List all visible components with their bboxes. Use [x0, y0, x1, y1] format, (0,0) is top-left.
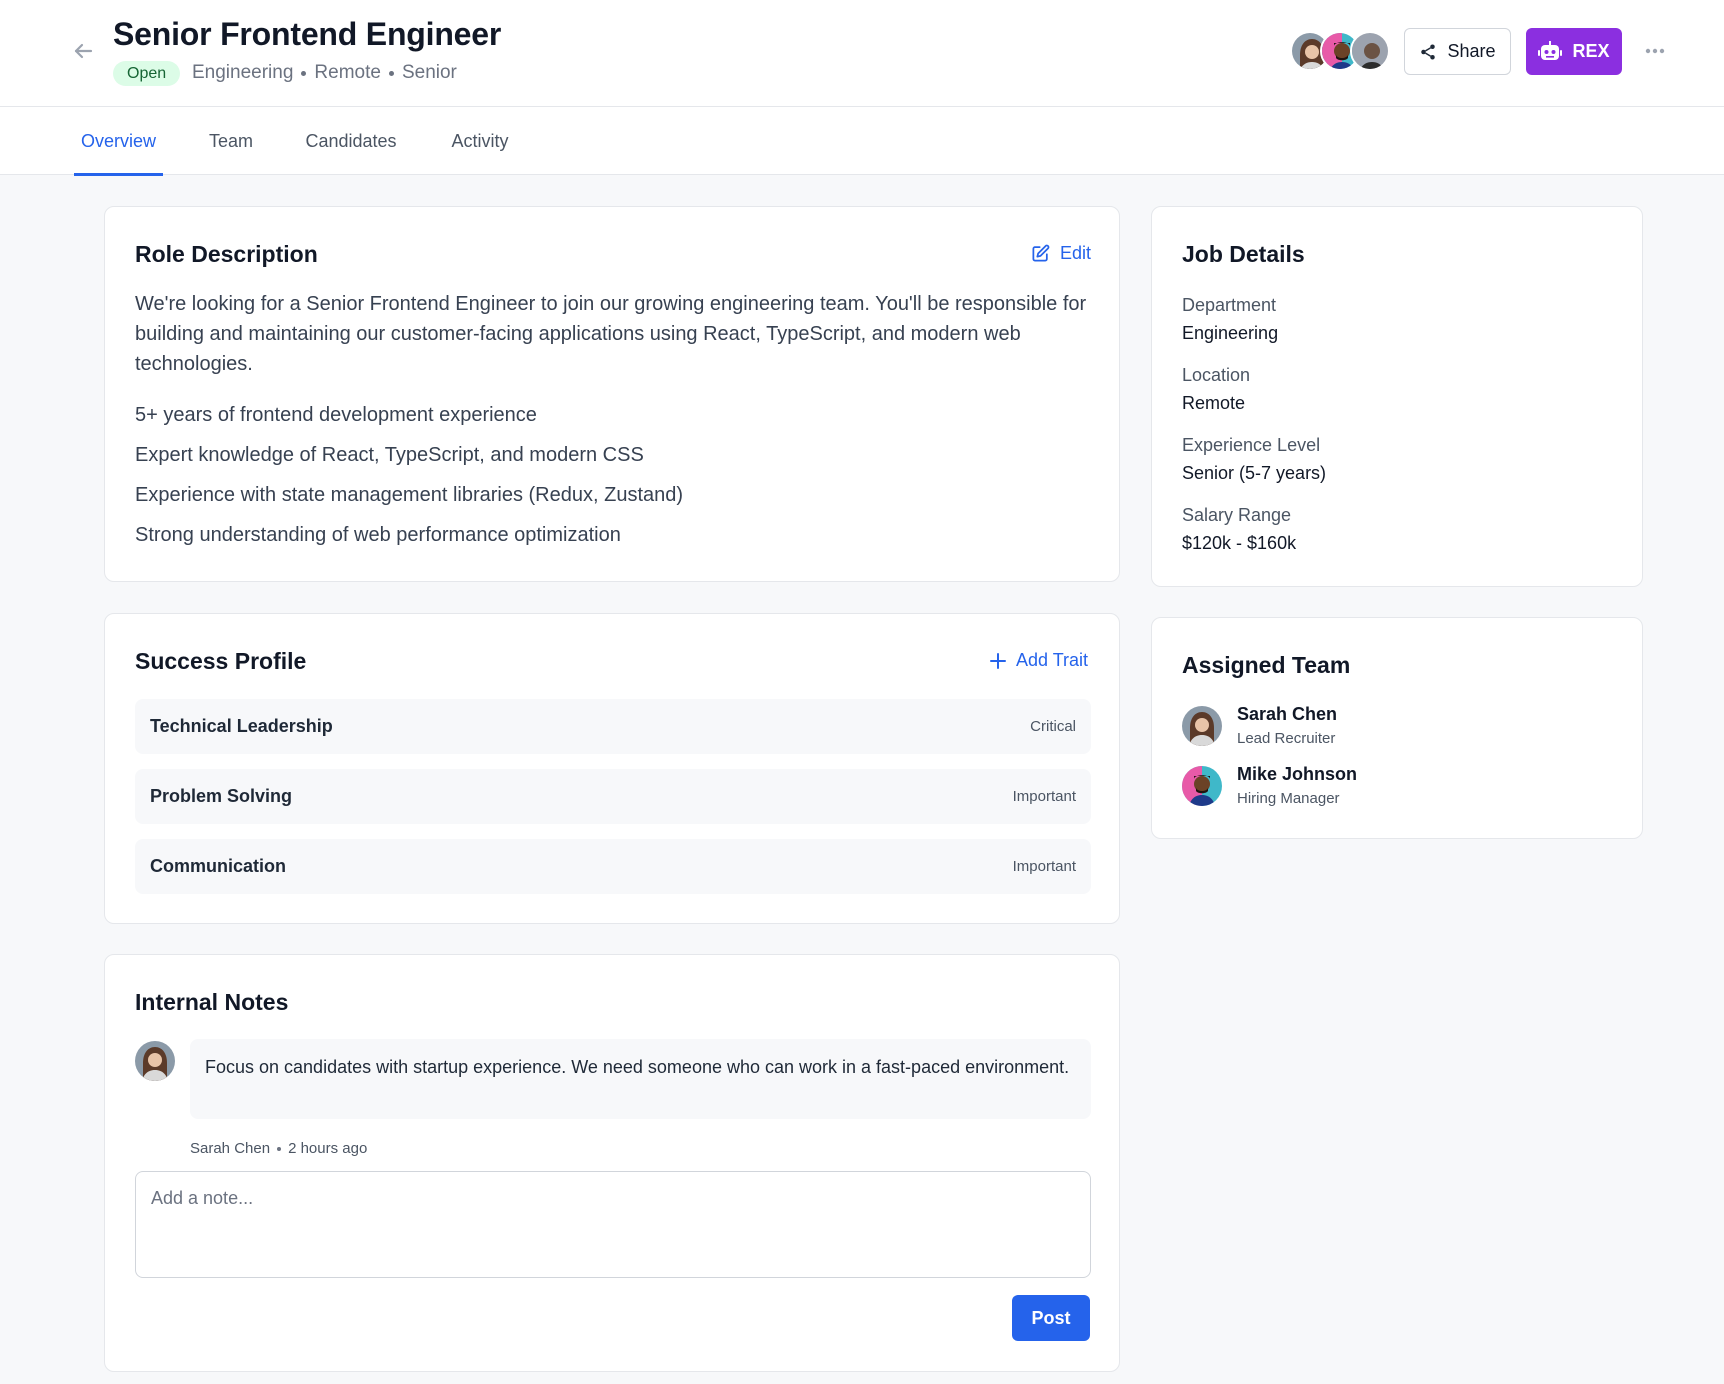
person-avatar-icon: [1182, 706, 1222, 746]
role-description-text: We're looking for a Senior Frontend Engi…: [135, 293, 1087, 375]
card-title: Success Profile: [135, 648, 307, 674]
member-name[interactable]: Mike Johnson: [1237, 764, 1357, 785]
avatar[interactable]: [1350, 31, 1390, 71]
card-title: Job Details: [1182, 241, 1305, 267]
trait-level: Important: [1012, 858, 1076, 875]
card-title: Role Description: [135, 241, 318, 267]
post-button[interactable]: Post: [1012, 1295, 1090, 1341]
person-avatar-icon: [1182, 766, 1222, 806]
add-trait-button[interactable]: Add Trait: [990, 650, 1088, 671]
member-role: Hiring Manager: [1237, 790, 1340, 807]
plus-icon: [990, 652, 1006, 669]
edit-button[interactable]: Edit: [1031, 243, 1091, 264]
job-meta: Engineering Remote Senior: [192, 62, 457, 84]
note-time: 2 hours ago: [288, 1140, 368, 1157]
detail-label: Salary Range: [1182, 505, 1292, 525]
requirement-item: Strong understanding of web performance …: [135, 524, 621, 546]
meta-level: Senior: [401, 62, 457, 83]
person-avatar-icon: [1352, 33, 1388, 69]
separator-dot: [301, 70, 307, 76]
detail-value: Remote: [1182, 393, 1246, 413]
trait-name: Technical Leadership: [150, 716, 333, 736]
more-horizontal-icon: [1645, 48, 1665, 54]
tab-activity[interactable]: Activity: [447, 107, 513, 175]
requirement-item: Experience with state management librari…: [135, 484, 684, 506]
card-title: Assigned Team: [1182, 652, 1351, 678]
note-text: Focus on candidates with startup experie…: [190, 1039, 1091, 1119]
note-meta: Sarah Chen 2 hours ago: [190, 1140, 367, 1157]
back-button[interactable]: [70, 38, 96, 64]
person-avatar-icon: [135, 1041, 175, 1081]
internal-notes-card: Internal Notes Focus on candidates with …: [104, 954, 1120, 1372]
trait-name: Problem Solving: [150, 786, 293, 806]
detail-value: Senior (5-7 years): [1182, 463, 1327, 483]
tab-bar: Overview Team Candidates Activity: [0, 107, 1724, 176]
more-options-button[interactable]: [1640, 36, 1670, 66]
robot-icon: [1538, 40, 1563, 60]
member-role: Lead Recruiter: [1237, 730, 1336, 747]
edit-icon: [1032, 244, 1050, 262]
avatar: [135, 1041, 175, 1081]
detail-value: Engineering: [1182, 323, 1279, 343]
meta-department: Engineering: [192, 62, 294, 83]
detail-value: $120k - $160k: [1182, 533, 1297, 553]
share-button[interactable]: Share: [1404, 28, 1511, 75]
requirement-item: Expert knowledge of React, TypeScript, a…: [135, 444, 644, 466]
add-trait-label: Add Trait: [1016, 650, 1089, 670]
status-badge: Open: [113, 61, 181, 86]
add-note-input[interactable]: [135, 1171, 1091, 1278]
detail-label: Department: [1182, 295, 1277, 315]
arrow-left-icon: [74, 43, 93, 59]
requirement-item: 5+ years of frontend development experie…: [135, 404, 537, 426]
job-details-card: Job Details Department Engineering Locat…: [1151, 206, 1643, 587]
page-header: Senior Frontend Engineer Open Engineerin…: [0, 0, 1724, 107]
success-profile-card: Success Profile Add Trait Technical Lead…: [104, 613, 1120, 924]
tab-overview[interactable]: Overview: [74, 107, 163, 176]
tab-team[interactable]: Team: [204, 107, 258, 175]
separator-dot: [277, 1146, 282, 1151]
role-description-card: Role Description Edit We're looking for …: [104, 206, 1120, 582]
note-author: Sarah Chen: [190, 1140, 271, 1157]
rex-label: REX: [1572, 41, 1610, 61]
avatar[interactable]: [1182, 706, 1222, 746]
member-name[interactable]: Sarah Chen: [1237, 704, 1337, 725]
detail-label: Location: [1182, 365, 1251, 385]
detail-label: Experience Level: [1182, 435, 1321, 455]
share-label: Share: [1447, 41, 1496, 61]
avatar[interactable]: [1182, 766, 1222, 806]
trait-level: Critical: [1030, 718, 1076, 735]
tab-candidates[interactable]: Candidates: [302, 107, 400, 175]
rex-button[interactable]: REX: [1526, 28, 1622, 75]
card-title: Internal Notes: [135, 989, 289, 1015]
meta-location: Remote: [314, 62, 381, 83]
separator-dot: [388, 70, 394, 76]
assigned-team-card: Assigned Team Sarah Chen Lead Recruiter …: [1151, 617, 1643, 839]
page-title: Senior Frontend Engineer: [113, 16, 502, 52]
trait-row[interactable]: Communication Important: [135, 839, 1091, 894]
trait-row[interactable]: Problem Solving Important: [135, 769, 1091, 824]
trait-level: Important: [1012, 788, 1076, 805]
trait-name: Communication: [150, 856, 287, 876]
edit-label: Edit: [1060, 243, 1092, 263]
trait-row[interactable]: Technical Leadership Critical: [135, 699, 1091, 754]
share-icon: [1421, 44, 1436, 59]
